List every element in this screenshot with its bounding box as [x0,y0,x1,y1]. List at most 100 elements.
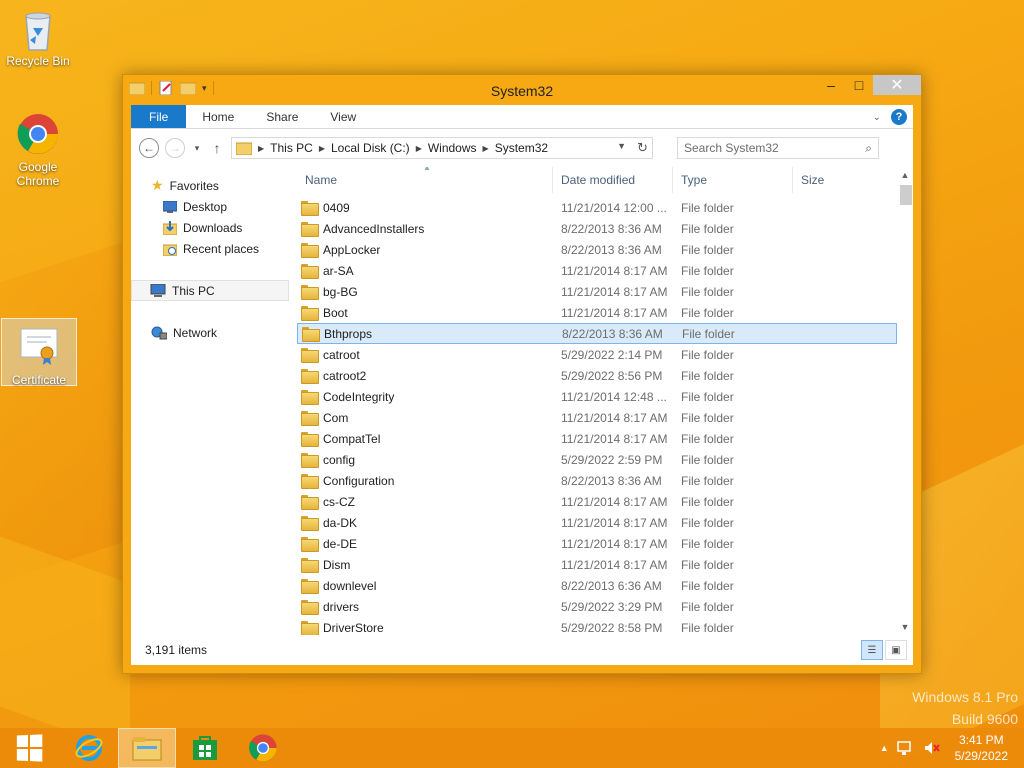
desktop-icon-recycle-bin[interactable]: Recycle Bin [0,6,76,68]
minimize-button[interactable]: – [817,75,845,95]
taskbar-google-chrome[interactable] [234,728,292,768]
file-row[interactable]: catroot 5/29/2022 2:14 PM File folder [297,344,897,365]
file-row[interactable]: CompatTel 11/21/2014 8:17 AM File folder [297,428,897,449]
title-bar[interactable]: ▾ System32 – □ ✕ [123,75,921,105]
file-name: downlevel [323,578,377,593]
file-row[interactable]: Boot 11/21/2014 8:17 AM File folder [297,302,897,323]
breadcrumb-separator[interactable]: ▶ [258,144,264,153]
file-type: File folder [681,242,734,257]
folder-icon [301,285,319,300]
file-name-cell: 0409 [297,201,553,216]
forward-button[interactable]: → [165,138,185,158]
file-row[interactable]: AdvancedInstallers 8/22/2013 8:36 AM File … [297,218,897,239]
maximize-button[interactable]: □ [845,75,873,95]
nav-item-recent-places[interactable]: Recent places [131,238,297,259]
large-icons-view-button[interactable]: ▣ [885,640,907,660]
file-date: 11/21/2014 8:17 AM [561,515,668,530]
file-row[interactable]: downlevel 8/22/2013 6:36 AM File folder [297,575,897,596]
up-button[interactable]: ↑ [209,140,225,156]
breadcrumb-separator[interactable]: ▶ [319,144,325,153]
column-header-size[interactable]: Size [793,167,873,193]
folder-icon [301,201,319,216]
folder-icon [301,600,319,615]
file-row[interactable]: Com 11/21/2014 8:17 AM File folder [297,407,897,428]
breadcrumb-separator[interactable]: ▶ [416,144,422,153]
details-view-button[interactable]: ☰ [861,640,883,660]
expand-ribbon-icon[interactable]: ⌄ [873,112,881,123]
breadcrumb-separator[interactable]: ▶ [483,144,489,153]
file-date: 11/21/2014 8:17 AM [561,536,668,551]
file-name: DriverStore [323,620,384,635]
file-name-cell: de-DE [297,537,553,552]
folder-icon [301,621,319,635]
scroll-up-button[interactable]: ▲ [897,167,913,183]
scroll-thumb[interactable] [900,185,912,205]
desktop-icon-google-chrome[interactable]: Google Chrome [0,112,76,188]
vertical-scrollbar[interactable]: ▲ ▼ [897,167,913,635]
close-button[interactable]: ✕ [873,75,921,95]
tab-home[interactable]: Home [186,105,250,128]
nav-item-this-pc[interactable]: This PC [131,280,289,301]
taskbar: ▲ 3:41 PM 5/29/2022 [0,728,1024,768]
start-button[interactable] [0,728,58,768]
file-row[interactable]: bg-BG 11/21/2014 8:17 AM File folder [297,281,897,302]
file-name: AdvancedInstallers [323,221,425,236]
file-name: CompatTel [323,431,381,446]
recycle-bin-icon [16,6,60,51]
taskbar-file-explorer[interactable] [118,728,176,768]
tab-file[interactable]: File [131,105,187,128]
nav-item-network[interactable]: Network [131,322,297,343]
nav-item-desktop[interactable]: Desktop [131,196,297,217]
scroll-down-button[interactable]: ▼ [897,619,913,635]
file-row[interactable]: Dism 11/21/2014 8:17 AM File folder [297,554,897,575]
desktop-icon-label: Certificate [11,373,67,387]
clock-date: 5/29/2022 [954,749,1008,763]
tab-share[interactable]: Share [250,105,314,128]
column-header-type[interactable]: Type [673,167,793,193]
taskbar-store[interactable] [176,728,234,768]
file-type: File folder [681,284,734,299]
address-dropdown-icon[interactable]: ▼ [617,141,626,151]
desktop-icon-certificate[interactable]: Certificate [1,318,77,387]
file-row[interactable]: Configuration 8/22/2013 8:36 AM File folde… [297,470,897,491]
network-status-icon[interactable] [896,740,915,756]
taskbar-internet-explorer[interactable] [60,728,118,768]
column-header-date-modified[interactable]: Date modified [553,167,673,193]
nav-item-downloads[interactable]: Downloads [131,217,297,238]
file-row[interactable]: ar-SA 11/21/2014 8:17 AM File folder [297,260,897,281]
file-name-cell: AppLocker [297,243,553,258]
tab-view[interactable]: View [314,105,372,128]
breadcrumb-system32[interactable]: System32 [495,141,548,155]
file-row[interactable]: drivers 5/29/2022 3:29 PM File folder [297,596,897,617]
file-date: 11/21/2014 12:00 ... [561,200,667,215]
show-hidden-icons-button[interactable]: ▲ [880,743,889,753]
search-input[interactable]: Search System32 ⌕ [677,137,879,159]
refresh-button[interactable]: ↻ [637,140,648,156]
file-row[interactable]: da-DK 11/21/2014 8:17 AM File folder [297,512,897,533]
file-row[interactable]: 0409 11/21/2014 12:00 ... File folder [297,197,897,218]
taskbar-clock[interactable]: 3:41 PM 5/29/2022 [955,732,1008,764]
file-row[interactable]: de-DE 11/21/2014 8:17 AM File folder [297,533,897,554]
file-name: bg-BG [323,284,358,299]
help-icon[interactable]: ? [891,109,907,125]
recent-locations-button[interactable]: ▾ [191,143,203,154]
file-date: 5/29/2022 2:59 PM [561,452,663,467]
file-row[interactable]: catroot2 5/29/2022 8:56 PM File folder [297,365,897,386]
file-row[interactable]: AppLocker 8/22/2013 8:36 AM File folder [297,239,897,260]
file-type: File folder [681,578,734,593]
breadcrumb-this-pc[interactable]: This PC [270,141,313,155]
file-row[interactable]: DriverStore 5/29/2022 8:58 PM File folder [297,617,897,635]
nav-item-favorites[interactable]: ★ Favorites [131,175,297,196]
file-row[interactable]: cs-CZ 11/21/2014 8:17 AM File folder [297,491,897,512]
file-row[interactable]: Bthprops 8/22/2013 8:36 AM File folder [297,323,897,344]
address-bar[interactable]: ▶ This PC ▶ Local Disk (C:) ▶ Windows ▶ … [231,137,653,159]
explorer-body: File Home Share View ⌄ ? ← → ▾ ↑ ▶ This … [131,105,913,665]
breadcrumb-windows[interactable]: Windows [428,141,477,155]
back-button[interactable]: ← [139,138,159,158]
breadcrumb-local-disk[interactable]: Local Disk (C:) [331,141,410,155]
file-row[interactable]: config 5/29/2022 2:59 PM File folder [297,449,897,470]
internet-explorer-icon [75,735,103,761]
volume-muted-icon[interactable] [923,740,941,756]
content-area: ★ Favorites Desktop Downloads Recent pla… [131,167,913,635]
file-row[interactable]: CodeIntegrity 11/21/2014 12:48 ... File fo… [297,386,897,407]
